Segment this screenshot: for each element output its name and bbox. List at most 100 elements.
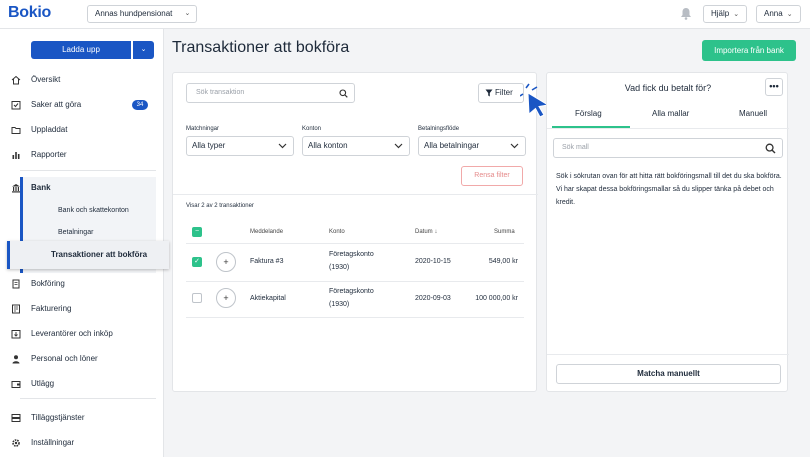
upload-button[interactable]: Ladda upp — [31, 41, 131, 59]
sidebar-item-rapporter[interactable]: Rapporter — [12, 148, 67, 162]
tab-alla-mallar[interactable]: Alla mallar — [652, 109, 689, 118]
chevron-down-icon — [278, 143, 287, 149]
sidebar-item-personal[interactable]: Personal och löner — [12, 352, 98, 366]
sidebar-item-label: Översikt — [31, 75, 61, 84]
import-from-bank-button[interactable]: Importera från bank — [702, 40, 796, 61]
template-search-input[interactable]: Sök mall — [553, 138, 783, 158]
select-value: Alla betalningar — [424, 141, 480, 150]
chevron-down-icon: ⌄ — [184, 10, 191, 17]
row-account-name: Företagskonto — [329, 251, 374, 258]
column-header-message: Meddelande — [250, 229, 284, 235]
more-options-button[interactable]: ••• — [765, 78, 783, 96]
select-value: Alla konton — [308, 141, 348, 150]
filter-button[interactable]: Filter — [478, 83, 524, 103]
page-title: Transaktioner att bokföra — [172, 39, 350, 56]
transaction-count: Visar 2 av 2 transaktioner — [186, 203, 254, 209]
sidebar-item-fakturering[interactable]: Fakturering — [12, 302, 72, 316]
footer-divider — [547, 354, 789, 355]
sidebar-divider — [20, 170, 156, 171]
gear-icon — [12, 439, 20, 447]
sidebar-item-bank[interactable]: Bank — [12, 181, 51, 195]
transactions-panel: Sök transaktion Filter Matchningar Alla … — [172, 72, 550, 392]
search-placeholder: Sök transaktion — [196, 89, 245, 96]
column-header-sum: Summa — [494, 229, 515, 235]
row-account: Företagskonto (1930) — [329, 285, 374, 311]
user-label: Anna — [764, 9, 783, 18]
document-icon — [12, 279, 20, 289]
row-account-name: Företagskonto — [329, 288, 374, 295]
sidebar-item-bokforing[interactable]: Bokföring — [12, 277, 65, 291]
sidebar-item-label: Leverantörer och inköp — [31, 329, 113, 338]
matchningar-select[interactable]: Alla typer — [186, 136, 294, 156]
sidebar-subitem-bank-och-skattekonton[interactable]: Bank och skattekonton — [58, 207, 129, 214]
column-header-date[interactable]: Datum ↓ — [415, 229, 437, 235]
row-account: Företagskonto (1930) — [329, 248, 374, 274]
row-account-number: (1930) — [329, 264, 350, 271]
tab-forslag[interactable]: Förslag — [575, 109, 602, 118]
sidebar-item-saker-att-gora[interactable]: Saker att göra — [11, 98, 82, 112]
person-icon — [12, 355, 20, 364]
konton-select[interactable]: Alla konton — [302, 136, 410, 156]
user-menu-button[interactable]: Anna ⌄ — [756, 5, 801, 23]
row-message: Aktiekapital — [250, 295, 286, 302]
bell-icon[interactable] — [680, 7, 692, 20]
invoice-icon — [12, 304, 20, 314]
reset-filter-button[interactable]: Rensa filter — [461, 166, 523, 186]
wallet-icon — [11, 381, 21, 388]
column-header-account: Konto — [329, 229, 345, 235]
add-transaction-button[interactable]: + — [216, 252, 236, 272]
help-button[interactable]: Hjälp ⌄ — [703, 5, 748, 23]
folder-icon — [11, 127, 21, 134]
sidebar-item-transaktioner-att-bokfora[interactable]: Transaktioner att bokföra — [7, 241, 169, 269]
bank-icon — [12, 184, 20, 193]
row-account-number: (1930) — [329, 301, 350, 308]
chevron-down-icon — [510, 143, 519, 149]
sidebar-item-label: Bank — [31, 183, 51, 192]
tab-manuell[interactable]: Manuell — [739, 109, 767, 118]
add-transaction-button[interactable]: + — [216, 288, 236, 308]
sidebar-item-label: Bokföring — [31, 279, 65, 288]
search-icon — [339, 89, 348, 98]
bokio-logo[interactable]: Bokio — [8, 4, 51, 22]
sidebar-item-utlagg[interactable]: Utlägg — [11, 377, 54, 391]
row-sum: 549,00 kr — [488, 258, 518, 265]
betalningsflode-select[interactable]: Alla betalningar — [418, 136, 526, 156]
match-manually-button[interactable]: Matcha manuellt — [556, 364, 781, 384]
section-divider — [173, 194, 538, 195]
sidebar-item-oversikt[interactable]: Översikt — [11, 73, 61, 87]
select-all-checkbox[interactable]: − — [192, 227, 202, 237]
search-placeholder: Sök mall — [562, 144, 589, 151]
sidebar-item-tillaggstjanster[interactable]: Tilläggstjänster — [11, 411, 85, 425]
filter-label-konton: Konton — [302, 126, 322, 132]
company-name: Annas hundpensionat — [95, 9, 173, 18]
search-icon — [765, 143, 776, 154]
top-bar: Bokio Annas hundpensionat ⌄ Hjälp ⌄ Anna ⌄ — [0, 0, 810, 29]
chevron-down-icon — [394, 143, 403, 149]
chevron-down-icon: ⌄ — [786, 11, 793, 18]
todo-icon — [11, 101, 21, 110]
transaction-search-input[interactable]: Sök transaktion — [186, 83, 355, 103]
upload-dropdown-button[interactable]: ⌄ — [133, 41, 154, 59]
sidebar-item-label: Inställningar — [31, 438, 75, 447]
sidebar-item-installningar[interactable]: Inställningar — [12, 436, 75, 450]
matching-panel-title: Vad fick du betalt för? — [624, 83, 712, 93]
bar-chart-icon — [12, 152, 20, 159]
template-help-text: Sök i sökrutan ovan för att hitta rätt b… — [556, 173, 782, 206]
row-checkbox[interactable] — [192, 293, 202, 303]
sidebar-item-leverantorer[interactable]: Leverantörer och inköp — [11, 327, 113, 341]
filter-label: Filter — [495, 88, 513, 97]
home-icon — [11, 75, 21, 85]
sidebar-subitem-betalningar[interactable]: Betalningar — [58, 229, 93, 236]
sidebar-item-label: Saker att göra — [31, 100, 82, 109]
filter-label-betalningsflode: Betalningsflöde — [418, 126, 460, 132]
row-checkbox[interactable]: ✓ — [192, 257, 202, 267]
matching-panel: Vad fick du betalt för? ••• Förslag Alla… — [546, 72, 789, 392]
sidebar-item-uppladdat[interactable]: Uppladdat — [11, 123, 67, 137]
sidebar-item-label: Personal och löner — [31, 354, 98, 363]
sidebar-item-label: Transaktioner att bokföra — [51, 250, 148, 259]
row-divider — [186, 281, 524, 282]
company-selector[interactable]: Annas hundpensionat ⌄ — [87, 5, 198, 23]
tabs-divider — [547, 128, 789, 129]
row-divider — [186, 317, 524, 318]
sidebar-item-label: Fakturering — [31, 304, 72, 313]
